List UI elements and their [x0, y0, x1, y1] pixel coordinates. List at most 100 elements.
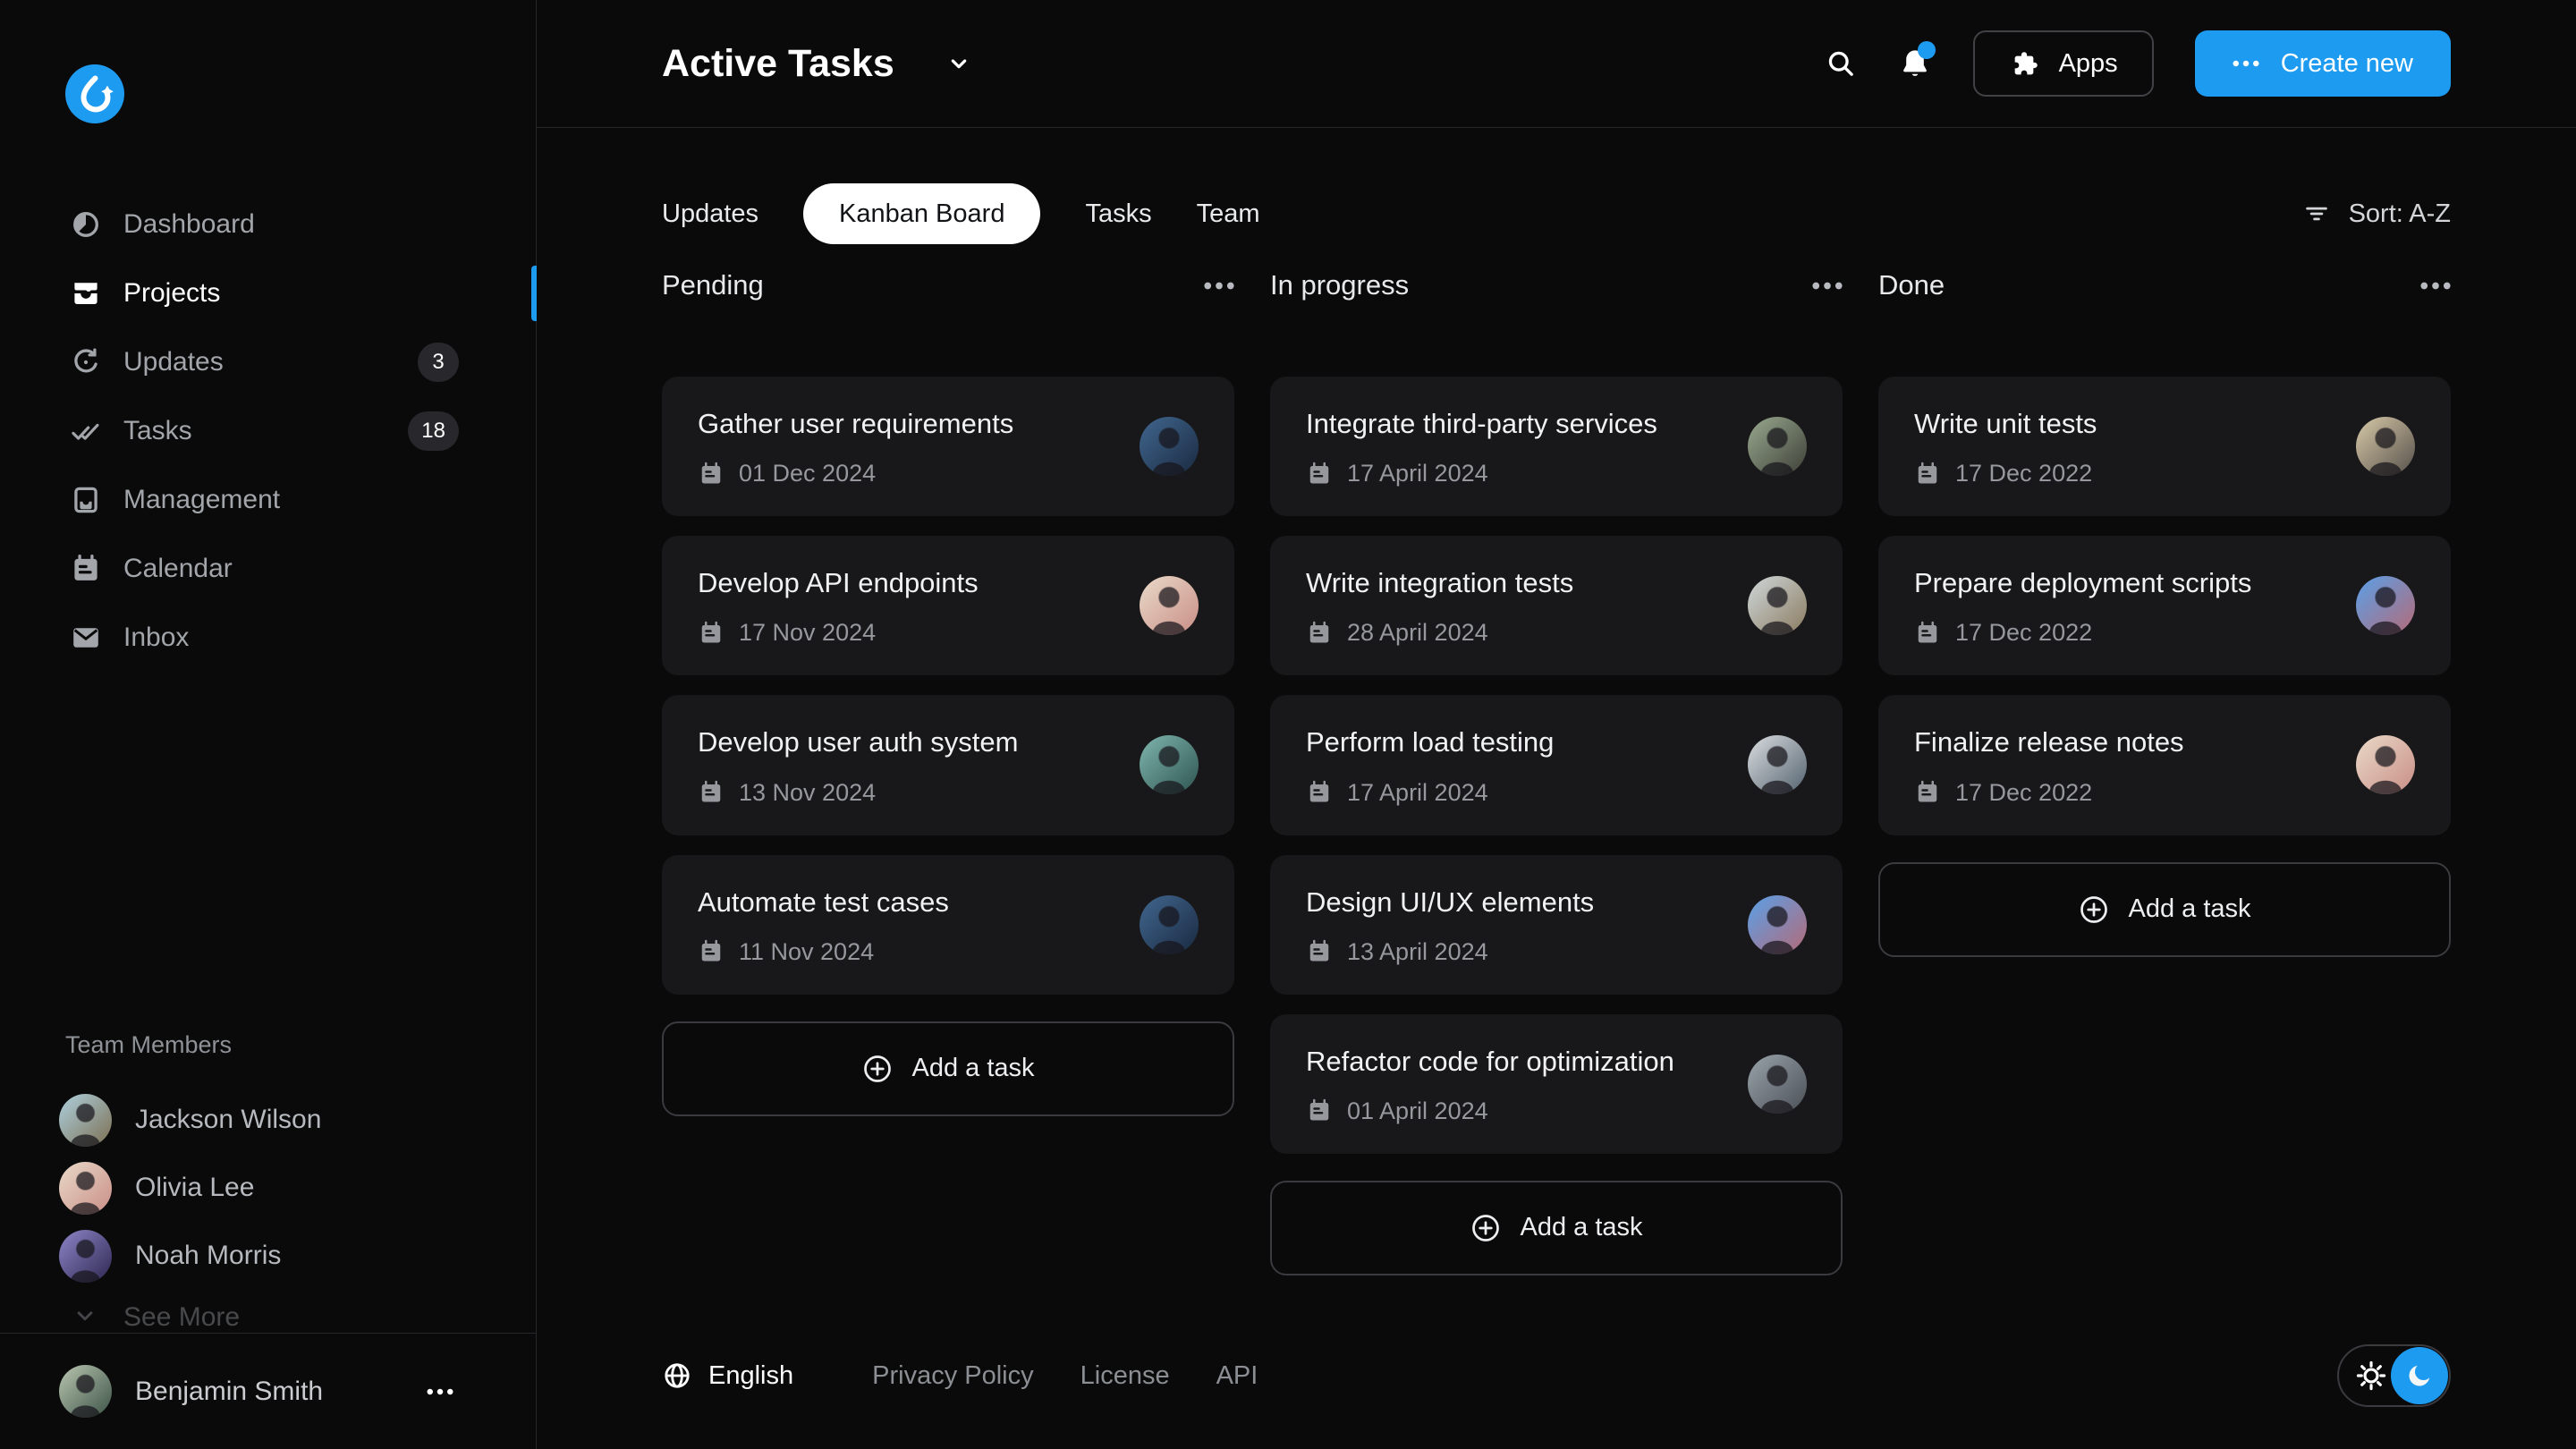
link-privacy-policy[interactable]: Privacy Policy — [872, 1361, 1034, 1391]
task-card[interactable]: Integrate third-party services 17 April … — [1270, 377, 1843, 516]
card-list: Integrate third-party services 17 April … — [1270, 377, 1843, 1154]
add-task-button[interactable]: Add a task — [1878, 862, 2451, 957]
sidebar-item-dashboard[interactable]: Dashboard — [0, 190, 536, 258]
calendar-icon — [70, 553, 102, 585]
task-card[interactable]: Write unit tests 17 Dec 2022 — [1878, 377, 2451, 516]
calendar-icon — [1914, 620, 1941, 647]
puzzle-icon — [2009, 48, 2039, 79]
inbox-mail-icon — [70, 622, 102, 654]
sidebar-item-tasks[interactable]: Tasks 18 — [0, 396, 536, 465]
see-more-button[interactable]: See More — [0, 1302, 536, 1333]
sidebar: Dashboard Projects Updates 3 Tasks 18 — [0, 0, 537, 1449]
link-api[interactable]: API — [1216, 1361, 1258, 1391]
sidebar-item-label: Tasks — [123, 416, 192, 446]
task-card[interactable]: Finalize release notes 17 Dec 2022 — [1878, 695, 2451, 835]
calendar-icon — [1306, 938, 1333, 965]
calendar-icon — [1914, 779, 1941, 806]
current-user-name: Benjamin Smith — [135, 1377, 323, 1407]
avatar — [59, 1094, 112, 1147]
team-members-section: Team Members Jackson Wilson Olivia Lee N… — [0, 1031, 536, 1333]
task-card[interactable]: Prepare deployment scripts 17 Dec 2022 — [1878, 536, 2451, 675]
team-member-name: Olivia Lee — [135, 1173, 254, 1203]
task-due-date: 13 Nov 2024 — [698, 779, 1199, 807]
task-card[interactable]: Design UI/UX elements 13 April 2024 — [1270, 855, 1843, 995]
sidebar-item-label: Inbox — [123, 623, 189, 653]
task-due-date: 01 Dec 2024 — [698, 460, 1199, 487]
tasks-count-badge: 18 — [408, 411, 459, 451]
ellipsis-icon — [2233, 60, 2259, 67]
plus-circle-icon — [1470, 1212, 1502, 1244]
task-card[interactable]: Gather user requirements 01 Dec 2024 — [662, 377, 1234, 516]
user-menu-ellipsis-icon[interactable] — [427, 1388, 453, 1395]
column-menu-ellipsis-icon[interactable] — [2420, 282, 2451, 290]
assignee-avatar — [1140, 576, 1199, 635]
sort-label: Sort: A-Z — [2349, 199, 2451, 229]
sidebar-item-updates[interactable]: Updates 3 — [0, 327, 536, 396]
team-member-noah-morris[interactable]: Noah Morris — [0, 1222, 536, 1290]
current-user-row[interactable]: Benjamin Smith — [0, 1333, 536, 1449]
column-done: Done Write unit tests 17 Dec 2022 — [1878, 267, 2451, 1275]
globe-icon — [662, 1360, 692, 1391]
team-member-olivia-lee[interactable]: Olivia Lee — [0, 1154, 536, 1222]
language-selector[interactable]: English — [662, 1360, 793, 1391]
task-card[interactable]: Perform load testing 17 April 2024 — [1270, 695, 1843, 835]
due-date-text: 17 Nov 2024 — [739, 619, 876, 647]
calendar-icon — [698, 938, 724, 965]
task-title: Develop user auth system — [698, 725, 1199, 758]
link-license[interactable]: License — [1080, 1361, 1170, 1391]
create-new-button[interactable]: Create new — [2195, 30, 2451, 97]
task-card[interactable]: Refactor code for optimization 01 April … — [1270, 1014, 1843, 1154]
apps-button[interactable]: Apps — [1973, 30, 2154, 97]
due-date-text: 01 April 2024 — [1347, 1097, 1488, 1125]
task-title: Write integration tests — [1306, 566, 1807, 599]
task-due-date: 17 April 2024 — [1306, 779, 1807, 807]
tab-kanban-board[interactable]: Kanban Board — [803, 183, 1040, 244]
task-due-date: 13 April 2024 — [1306, 938, 1807, 966]
calendar-icon — [1306, 779, 1333, 806]
notifications-bell-icon[interactable] — [1898, 47, 1932, 80]
sidebar-item-management[interactable]: Management — [0, 465, 536, 534]
calendar-icon — [1306, 620, 1333, 647]
task-title: Automate test cases — [698, 886, 1199, 919]
assignee-avatar — [1748, 735, 1807, 794]
task-card[interactable]: Develop user auth system 13 Nov 2024 — [662, 695, 1234, 835]
add-task-button[interactable]: Add a task — [662, 1021, 1234, 1116]
due-date-text: 13 April 2024 — [1347, 938, 1488, 966]
due-date-text: 13 Nov 2024 — [739, 779, 876, 807]
task-card[interactable]: Automate test cases 11 Nov 2024 — [662, 855, 1234, 995]
task-card[interactable]: Develop API endpoints 17 Nov 2024 — [662, 536, 1234, 675]
due-date-text: 17 Dec 2022 — [1955, 619, 2092, 647]
assignee-avatar — [1140, 735, 1199, 794]
sidebar-item-projects[interactable]: Projects — [0, 258, 536, 327]
task-title: Design UI/UX elements — [1306, 886, 1807, 919]
search-icon[interactable] — [1825, 47, 1857, 80]
title-chevron-down-icon[interactable] — [945, 49, 973, 78]
column-title: Done — [1878, 269, 1945, 301]
add-task-button[interactable]: Add a task — [1270, 1181, 1843, 1275]
due-date-text: 17 April 2024 — [1347, 460, 1488, 487]
task-title: Prepare deployment scripts — [1914, 566, 2415, 599]
tab-updates[interactable]: Updates — [662, 199, 758, 229]
sidebar-item-calendar[interactable]: Calendar — [0, 534, 536, 603]
calendar-icon — [698, 779, 724, 806]
sidebar-item-inbox[interactable]: Inbox — [0, 603, 536, 672]
sort-control[interactable]: Sort: A-Z — [2302, 199, 2451, 229]
projects-inbox-icon — [70, 277, 102, 309]
app-logo[interactable] — [65, 64, 124, 123]
sun-icon — [2354, 1359, 2388, 1393]
task-due-date: 11 Nov 2024 — [698, 938, 1199, 966]
task-due-date: 28 April 2024 — [1306, 619, 1807, 647]
add-task-label: Add a task — [1520, 1213, 1642, 1242]
theme-toggle[interactable] — [2337, 1344, 2451, 1407]
column-menu-ellipsis-icon[interactable] — [1812, 282, 1843, 290]
tab-team[interactable]: Team — [1197, 199, 1260, 229]
avatar — [59, 1365, 112, 1418]
notification-dot-badge — [1918, 41, 1936, 59]
tab-tasks[interactable]: Tasks — [1085, 199, 1151, 229]
footer-links: Privacy Policy License API — [872, 1361, 1258, 1391]
filter-icon — [2302, 199, 2331, 228]
updates-sync-icon — [70, 346, 102, 378]
column-menu-ellipsis-icon[interactable] — [1204, 282, 1234, 290]
team-member-jackson-wilson[interactable]: Jackson Wilson — [0, 1086, 536, 1154]
task-card[interactable]: Write integration tests 28 April 2024 — [1270, 536, 1843, 675]
